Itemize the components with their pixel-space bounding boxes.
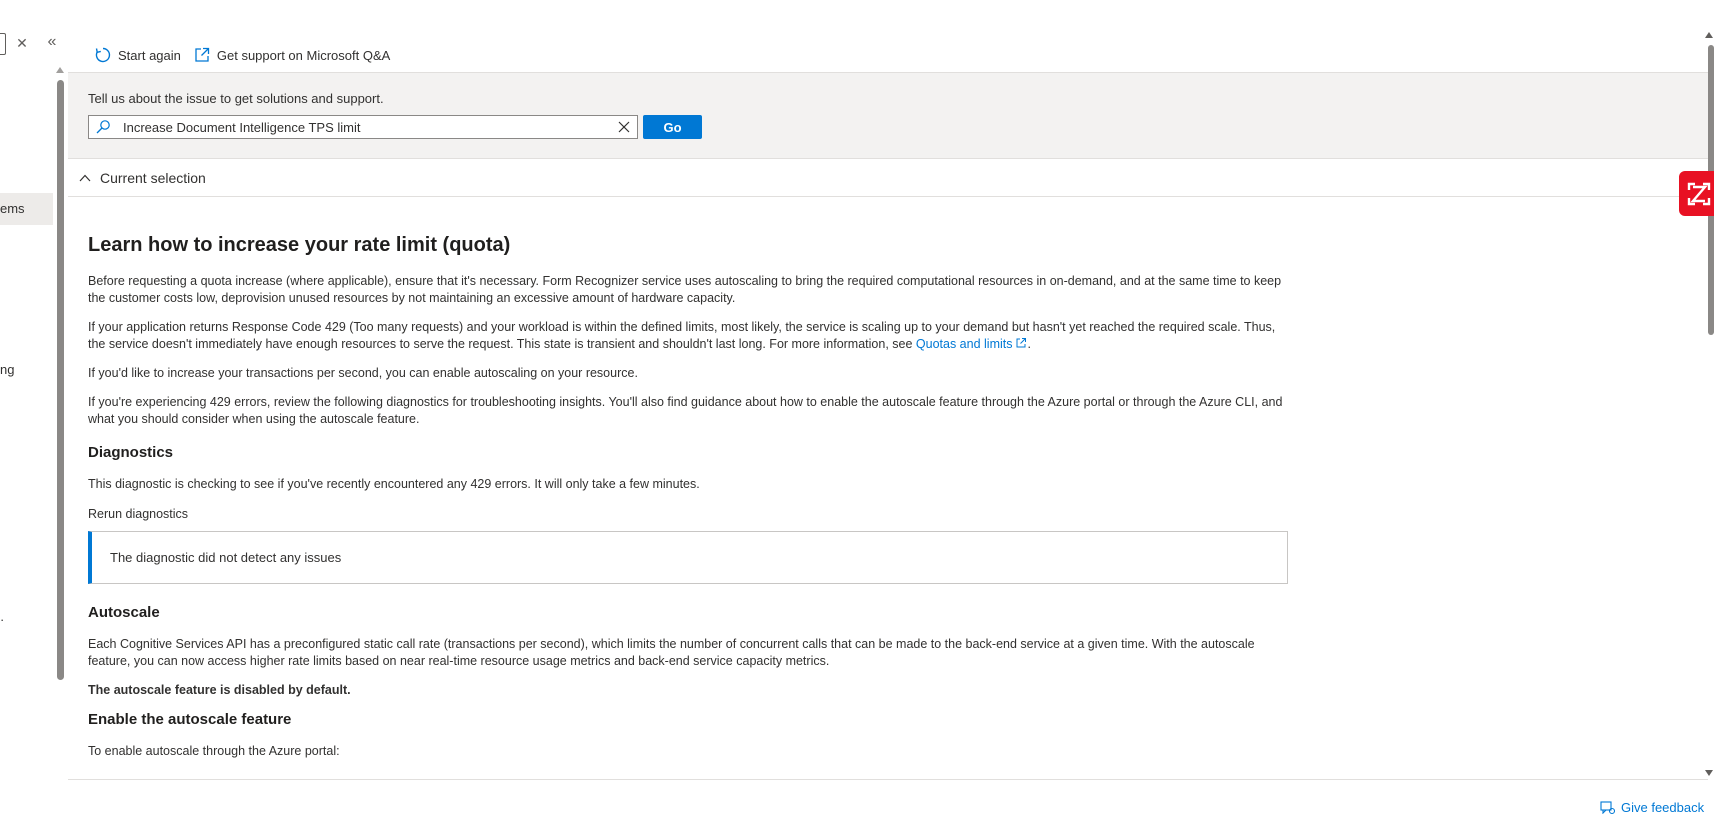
external-link-icon xyxy=(195,47,210,62)
quotas-and-limits-link[interactable]: Quotas and limits xyxy=(916,337,1028,351)
feedback-icon xyxy=(1600,800,1616,814)
give-feedback-button[interactable]: Give feedback xyxy=(1600,800,1704,814)
refresh-icon xyxy=(95,47,111,63)
article-title: Learn how to increase your rate limit (q… xyxy=(88,234,511,256)
current-selection-label: Current selection xyxy=(100,169,206,186)
get-support-button[interactable]: Get support on Microsoft Q&A xyxy=(193,46,390,64)
article-paragraph: If you'd like to increase your transacti… xyxy=(88,366,638,380)
go-button[interactable]: Go xyxy=(643,115,702,139)
enable-autoscale-heading: Enable the autoscale feature xyxy=(88,711,292,728)
start-again-label: Start again xyxy=(118,47,181,63)
left-nav-item[interactable]: · xyxy=(0,612,4,627)
left-nav-item-label: ng xyxy=(0,362,15,377)
link-text: Quotas and limits xyxy=(915,337,1013,351)
search-row: Go xyxy=(88,115,1708,139)
diagnostic-result-notice: The diagnostic did not detect any issues xyxy=(88,531,1288,584)
external-link-icon xyxy=(1016,338,1027,348)
diagnostics-description: This diagnostic is checking to see if yo… xyxy=(88,477,700,491)
diagnostics-heading: Diagnostics xyxy=(88,444,174,461)
left-navigation-pane: ✕ « ems ng · xyxy=(0,0,64,814)
autoscale-heading: Autoscale xyxy=(88,604,160,621)
article-paragraph: If you're experiencing 429 errors, revie… xyxy=(88,395,1283,426)
give-feedback-label: Give feedback xyxy=(1621,800,1705,814)
scroll-up-arrow-icon[interactable] xyxy=(56,67,64,73)
left-nav-item[interactable]: ng xyxy=(0,362,14,377)
current-selection-toggle[interactable]: Current selection xyxy=(68,159,1708,197)
scroll-down-arrow-icon[interactable] xyxy=(1705,770,1713,776)
get-support-label: Get support on Microsoft Q&A xyxy=(216,47,391,63)
toolbar: Start again Get support on Microsoft Q&A xyxy=(94,42,390,68)
search-prompt: Tell us about the issue to get solutions… xyxy=(88,91,384,106)
close-icon[interactable]: ✕ xyxy=(15,34,29,52)
search-section: Tell us about the issue to get solutions… xyxy=(68,73,1708,159)
autoscale-disabled-note: The autoscale feature is disabled by def… xyxy=(88,683,351,697)
scroll-up-arrow-icon[interactable] xyxy=(1705,32,1713,38)
chevron-up-icon xyxy=(79,174,91,181)
left-filter-input[interactable] xyxy=(0,33,6,55)
article-paragraph-with-link: If your application returns Response Cod… xyxy=(88,320,1276,351)
autoscale-description: Each Cognitive Services API has a precon… xyxy=(88,637,1255,668)
enable-autoscale-text: To enable autoscale through the Azure po… xyxy=(88,744,340,758)
collapse-pane-icon[interactable]: « xyxy=(44,32,60,52)
search-icon xyxy=(89,116,117,138)
article: Learn how to increase your rate limit (q… xyxy=(68,197,1288,760)
start-again-button[interactable]: Start again xyxy=(94,46,181,64)
article-paragraph: Before requesting a quota increase (wher… xyxy=(88,274,1282,305)
floating-app-badge-icon[interactable] xyxy=(1679,171,1714,216)
rerun-diagnostics-link[interactable]: Rerun diagnostics xyxy=(88,506,1288,523)
diagnostic-result-text: The diagnostic did not detect any issues xyxy=(110,550,342,565)
left-nav-item-label: · xyxy=(0,612,5,627)
clear-search-icon[interactable] xyxy=(611,116,637,138)
expand-icon xyxy=(1687,182,1711,205)
left-scrollbar-thumb[interactable] xyxy=(57,80,64,680)
left-nav-item-label: ems xyxy=(0,201,25,216)
main-content: Tell us about the issue to get solutions… xyxy=(68,72,1708,780)
search-box xyxy=(88,115,638,139)
paragraph-text: If your application returns Response Cod… xyxy=(88,320,1276,351)
search-input[interactable] xyxy=(117,119,611,135)
left-nav-item-selected[interactable]: ems xyxy=(0,193,53,225)
